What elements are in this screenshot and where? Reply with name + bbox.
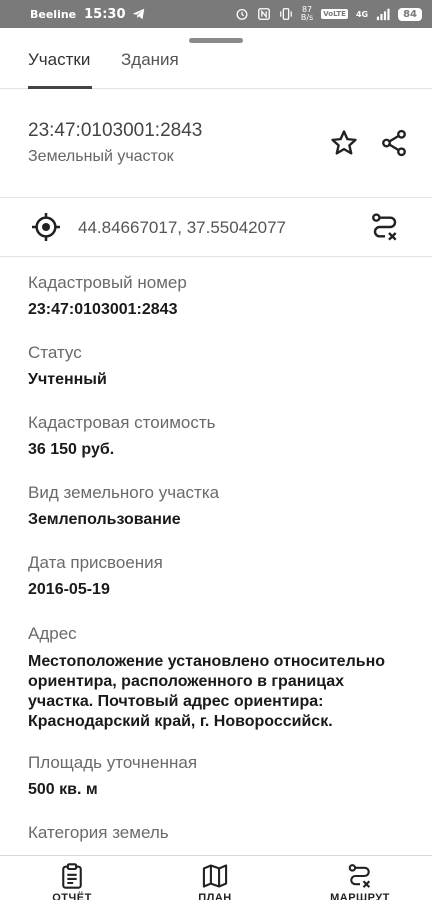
- tab-plots[interactable]: Участки: [28, 50, 90, 70]
- property-value: Учтенный: [28, 371, 107, 388]
- address-line: ориентира, расположенного в границах: [28, 673, 345, 690]
- status-bar: Beeline 15:30 87 B/s VoLTE 4G 84: [0, 0, 432, 28]
- property-label: Дата присвоения: [28, 553, 163, 572]
- nav-label: МАРШРУТ: [330, 892, 390, 900]
- property-land-category: Категория земель: [28, 822, 408, 844]
- net-speed-unit: B/s: [300, 13, 314, 22]
- address-line: Местоположение установлено относительно: [28, 653, 386, 670]
- nav-route-button[interactable]: МАРШРУТ: [320, 862, 400, 900]
- property-label: Площадь уточненная: [28, 753, 198, 772]
- my-location-icon[interactable]: [30, 211, 62, 243]
- property-label: Кадастровый номер: [28, 273, 187, 292]
- property-value: 23:47:0103001:2843: [28, 301, 178, 318]
- property-value: 36 150 руб.: [28, 441, 115, 458]
- property-label: Категория земель: [28, 823, 169, 842]
- favorite-button[interactable]: [328, 127, 360, 159]
- active-tab-indicator: [28, 86, 92, 89]
- vibrate-icon: [280, 8, 292, 20]
- nav-plan-button[interactable]: ПЛАН: [175, 862, 255, 900]
- tab-bar: Участки Здания: [0, 44, 432, 89]
- property-label: Кадастровая стоимость: [28, 413, 216, 432]
- map-plan-icon: [202, 864, 228, 888]
- telegram-icon: [132, 8, 144, 20]
- property-label: Статус: [28, 343, 82, 362]
- property-status: Статус Учтенный: [28, 342, 408, 390]
- coordinates-row: 44.84667017, 37.55042077: [0, 198, 432, 257]
- property-value: 2016-05-19: [28, 581, 110, 598]
- signal-icon: [376, 8, 390, 21]
- network-type: 4G: [355, 9, 369, 19]
- property-assigned-date: Дата присвоения 2016-05-19: [28, 552, 408, 600]
- property-value: 500 кв. м: [28, 781, 98, 798]
- property-label: Адрес: [28, 624, 77, 643]
- property-value-address: Местоположение установлено относительно …: [28, 652, 408, 732]
- property-cadastral-value: Кадастровая стоимость 36 150 руб.: [28, 412, 408, 460]
- bottom-navigation: ОТЧЁТ ПЛАН МАРШРУТ: [0, 855, 432, 900]
- tab-buildings[interactable]: Здания: [121, 50, 179, 70]
- property-refined-area: Площадь уточненная 500 кв. м: [28, 752, 408, 800]
- route-icon[interactable]: [369, 211, 401, 243]
- star-icon: [331, 130, 357, 155]
- share-button[interactable]: [378, 127, 410, 159]
- coordinates-text[interactable]: 44.84667017, 37.55042077: [78, 218, 286, 238]
- property-cadastral-number: Кадастровый номер 23:47:0103001:2843: [28, 272, 408, 320]
- property-address: Адрес Местоположение установлено относит…: [28, 623, 408, 732]
- share-icon: [382, 129, 406, 157]
- cadastral-number-title: 23:47:0103001:2843: [28, 120, 203, 141]
- network-speed: 87 B/s: [301, 6, 313, 22]
- volte-badge: VoLTE: [321, 9, 348, 19]
- clock-time: 15:30: [84, 6, 126, 22]
- address-line: Краснодарский край, г. Новороссийск.: [28, 713, 333, 730]
- property-plot-kind: Вид земельного участка Землепользование: [28, 482, 408, 530]
- carrier-name: Beeline: [30, 7, 77, 21]
- object-type-subtitle: Земельный участок: [28, 148, 174, 165]
- drag-handle[interactable]: [189, 38, 243, 43]
- report-clipboard-icon: [62, 863, 82, 889]
- address-line: участка. Почтовый адрес ориентира:: [28, 693, 324, 710]
- property-value: Землепользование: [28, 511, 181, 528]
- route-icon: [348, 864, 371, 888]
- object-header: 23:47:0103001:2843 Земельный участок: [0, 90, 432, 198]
- nav-report-button[interactable]: ОТЧЁТ: [32, 862, 112, 900]
- alarm-icon: [236, 8, 248, 20]
- nfc-icon: [257, 8, 270, 20]
- battery-indicator: 84: [398, 7, 422, 21]
- nav-label: ОТЧЁТ: [52, 892, 92, 900]
- nav-label: ПЛАН: [198, 892, 232, 900]
- property-label: Вид земельного участка: [28, 483, 220, 502]
